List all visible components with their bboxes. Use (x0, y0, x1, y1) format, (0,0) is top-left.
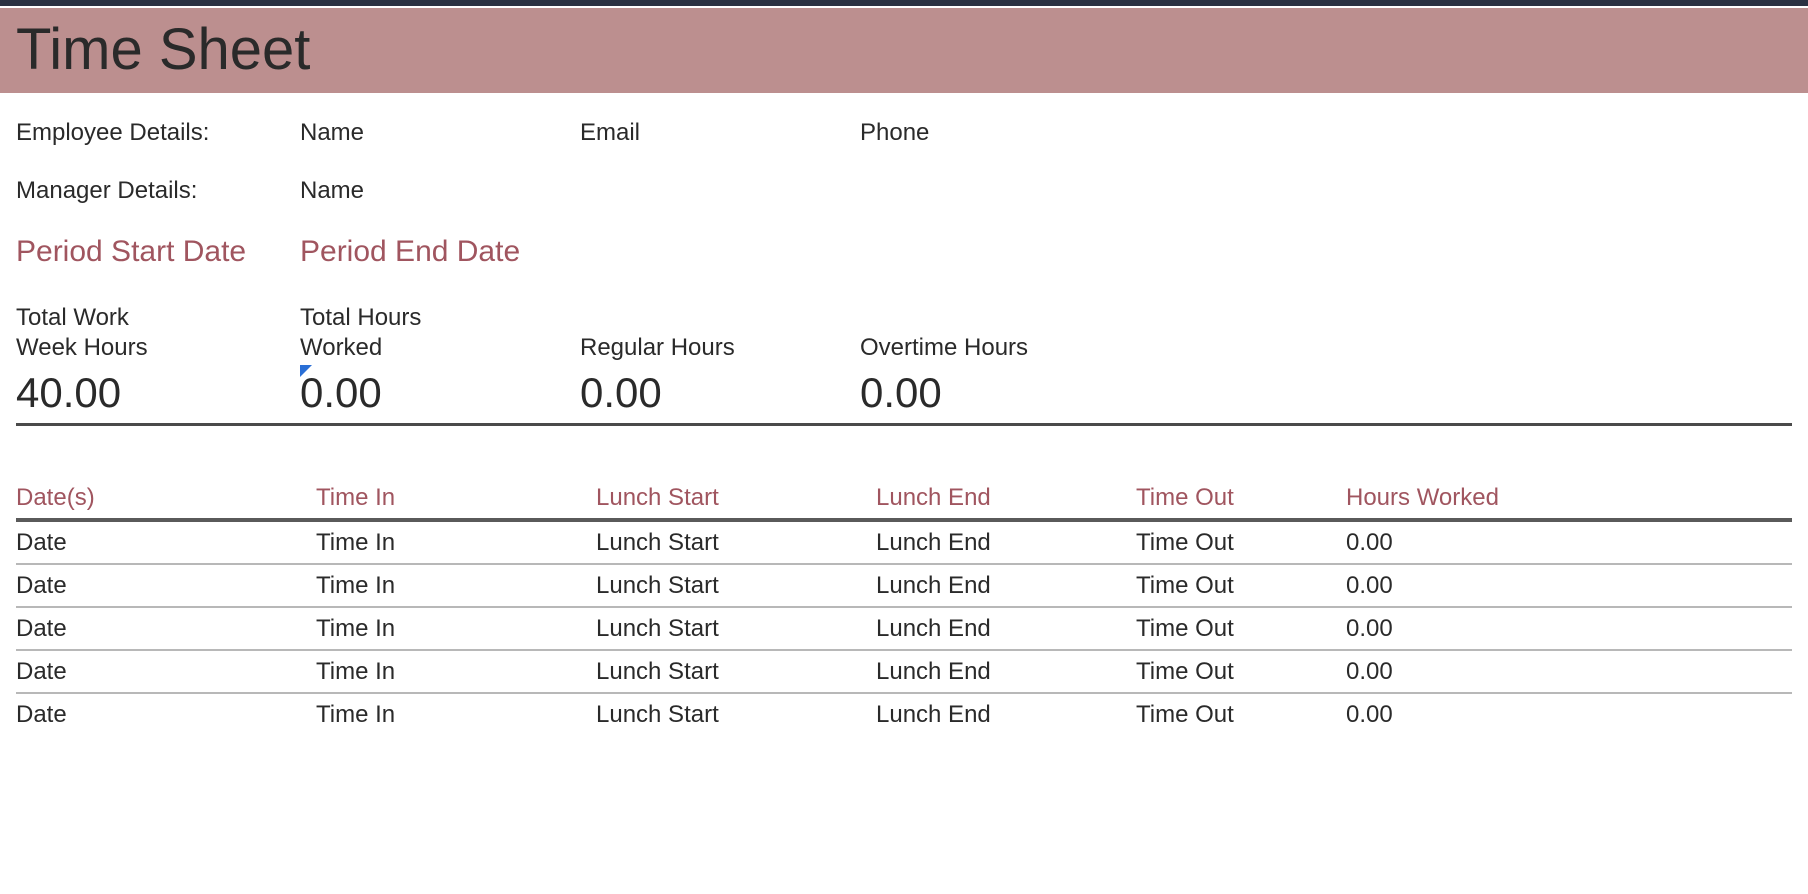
cell-lunch-start[interactable]: Lunch Start (596, 701, 876, 729)
period-end-label: Period End Date (300, 235, 580, 269)
cell-time-out[interactable]: Time Out (1136, 572, 1346, 600)
cell-date[interactable]: Date (16, 529, 316, 557)
total-hours-worked-label: Total HoursWorked (300, 303, 580, 363)
total-work-week-hours-value[interactable]: 40.00 (16, 369, 300, 417)
cell-time-in[interactable]: Time In (316, 658, 596, 686)
cell-time-in[interactable]: Time In (316, 572, 596, 600)
manager-details-label: Manager Details: (16, 177, 300, 205)
cell-lunch-start[interactable]: Lunch Start (596, 615, 876, 643)
manager-name-cell[interactable]: Name (300, 177, 580, 205)
cell-time-out[interactable]: Time Out (1136, 615, 1346, 643)
employee-details-row: Employee Details: Name Email Phone (16, 119, 1792, 147)
cell-lunch-end[interactable]: Lunch End (876, 572, 1136, 600)
employee-phone-cell[interactable]: Phone (860, 119, 1140, 147)
total-hours-worked-value-text: 0.00 (300, 369, 382, 416)
cell-lunch-start[interactable]: Lunch Start (596, 658, 876, 686)
cell-lunch-start[interactable]: Lunch Start (596, 572, 876, 600)
employee-name-cell[interactable]: Name (300, 119, 580, 147)
table-row: Date Time In Lunch Start Lunch End Time … (16, 522, 1792, 565)
period-start-label: Period Start Date (16, 235, 300, 269)
cell-lunch-end[interactable]: Lunch End (876, 529, 1136, 557)
cell-time-out[interactable]: Time Out (1136, 529, 1346, 557)
regular-hours-label: Regular Hours (580, 303, 860, 363)
th-lunch-start: Lunch Start (596, 484, 876, 512)
cell-time-in[interactable]: Time In (316, 615, 596, 643)
timesheet-table: Date(s) Time In Lunch Start Lunch End Ti… (16, 484, 1792, 735)
summary-labels-row: Total WorkWeek Hours Total HoursWorked R… (16, 303, 1792, 363)
regular-hours-value[interactable]: 0.00 (580, 369, 860, 417)
cell-hours-worked[interactable]: 0.00 (1346, 615, 1566, 643)
table-row: Date Time In Lunch Start Lunch End Time … (16, 651, 1792, 694)
cell-hours-worked[interactable]: 0.00 (1346, 658, 1566, 686)
th-dates: Date(s) (16, 484, 316, 512)
cell-time-in[interactable]: Time In (316, 529, 596, 557)
content-area: Employee Details: Name Email Phone Manag… (0, 93, 1808, 735)
cell-hours-worked[interactable]: 0.00 (1346, 572, 1566, 600)
cell-lunch-end[interactable]: Lunch End (876, 701, 1136, 729)
cell-time-out[interactable]: Time Out (1136, 658, 1346, 686)
period-row: Period Start Date Period End Date (16, 235, 1792, 269)
table-row: Date Time In Lunch Start Lunch End Time … (16, 565, 1792, 608)
cell-date[interactable]: Date (16, 658, 316, 686)
manager-details-row: Manager Details: Name (16, 177, 1792, 205)
table-header-row: Date(s) Time In Lunch Start Lunch End Ti… (16, 484, 1792, 522)
overtime-hours-label: Overtime Hours (860, 303, 1140, 363)
total-work-week-hours-label: Total WorkWeek Hours (16, 303, 300, 363)
cell-date[interactable]: Date (16, 615, 316, 643)
th-time-out: Time Out (1136, 484, 1346, 512)
title-band: Time Sheet (0, 8, 1808, 93)
employee-details-label: Employee Details: (16, 119, 300, 147)
cell-lunch-start[interactable]: Lunch Start (596, 529, 876, 557)
th-time-in: Time In (316, 484, 596, 512)
total-hours-worked-value[interactable]: 0.00 (300, 369, 580, 417)
table-row: Date Time In Lunch Start Lunch End Time … (16, 694, 1792, 735)
summary-values-row: 40.00 0.00 0.00 0.00 (16, 369, 1792, 417)
cell-date[interactable]: Date (16, 701, 316, 729)
th-lunch-end: Lunch End (876, 484, 1136, 512)
summary-block: Total WorkWeek Hours Total HoursWorked R… (16, 303, 1792, 426)
cell-hours-worked[interactable]: 0.00 (1346, 701, 1566, 729)
th-hours-worked: Hours Worked (1346, 484, 1566, 512)
cell-lunch-end[interactable]: Lunch End (876, 658, 1136, 686)
overtime-hours-value[interactable]: 0.00 (860, 369, 1140, 417)
cell-lunch-end[interactable]: Lunch End (876, 615, 1136, 643)
cell-date[interactable]: Date (16, 572, 316, 600)
employee-email-cell[interactable]: Email (580, 119, 860, 147)
table-row: Date Time In Lunch Start Lunch End Time … (16, 608, 1792, 651)
top-accent-bar (0, 0, 1808, 6)
cell-time-out[interactable]: Time Out (1136, 701, 1346, 729)
cell-time-in[interactable]: Time In (316, 701, 596, 729)
cell-hours-worked[interactable]: 0.00 (1346, 529, 1566, 557)
cell-comment-flag-icon (300, 365, 312, 377)
page-title: Time Sheet (16, 16, 1792, 83)
